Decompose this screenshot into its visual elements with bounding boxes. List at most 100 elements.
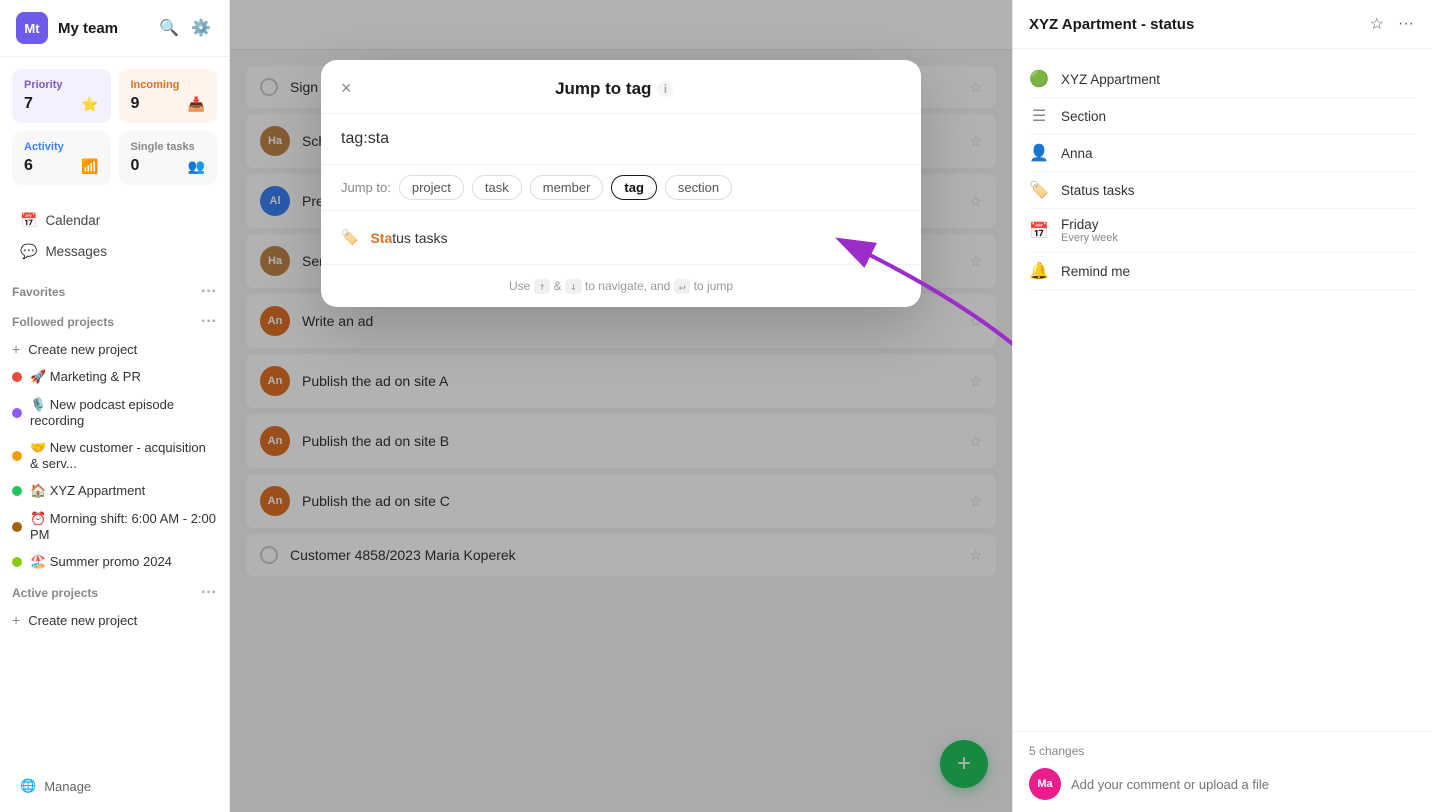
stat-incoming-value: 9 — [131, 95, 140, 113]
followed-projects-section[interactable]: Followed projects ··· — [0, 305, 229, 335]
search-icon[interactable]: 🔍 — [157, 16, 181, 40]
plus-icon: + — [12, 341, 20, 357]
filter-section[interactable]: section — [665, 175, 732, 200]
create-project-followed[interactable]: + Create new project — [0, 335, 229, 363]
project-dot — [12, 522, 22, 532]
create-active-project-label: Create new project — [28, 613, 137, 628]
project-customer[interactable]: 🤝 New customer - acquisition & serv... — [0, 434, 229, 477]
star-icon-panel[interactable]: ☆ — [1368, 12, 1386, 36]
tag-icon-panel: 🏷️ — [1029, 180, 1049, 200]
remind-label: Remind me — [1061, 264, 1416, 279]
panel-row-section: ☰ Section — [1029, 98, 1416, 135]
changes-section: 5 changes Ma — [1013, 731, 1432, 812]
kbd-up: ↑ — [534, 279, 551, 294]
panel-row-assignee: 👤 Anna — [1029, 135, 1416, 172]
nav-messages-label: Messages — [45, 244, 107, 259]
sidebar-team-name: My team — [58, 20, 147, 37]
favorites-section[interactable]: Favorites ··· — [0, 275, 229, 305]
create-active-project[interactable]: + Create new project — [0, 606, 229, 634]
sidebar-footer: 🌐 Manage — [0, 760, 229, 812]
calendar-icon-panel: 📅 — [1029, 221, 1049, 241]
main-content: Sign a contract with the owner ☆ Ha Sche… — [230, 0, 1012, 812]
assignee-name: Anna — [1061, 146, 1416, 161]
activity-icon: 📶 — [81, 158, 98, 175]
stat-activity-label: Activity — [24, 141, 99, 153]
followed-more-icon[interactable]: ··· — [201, 313, 217, 331]
modal-title: Jump to tag i — [555, 79, 673, 99]
project-xyz-label: 🏠 XYZ Appartment — [30, 483, 145, 499]
more-icon-panel[interactable]: ··· — [1396, 12, 1416, 36]
filter-project[interactable]: project — [399, 175, 464, 200]
project-marketing-label: 🚀 Marketing & PR — [30, 369, 141, 385]
modal-close-button[interactable]: × — [341, 78, 352, 99]
kbd-down: ↓ — [565, 279, 582, 294]
sidebar-nav: 📅 Calendar 💬 Messages — [0, 197, 229, 275]
panel-title: XYZ Apartment - status — [1029, 16, 1194, 33]
active-projects-section[interactable]: Active projects ··· — [0, 576, 229, 606]
stat-incoming[interactable]: Incoming 9 📥 — [119, 69, 218, 123]
section-icon: ☰ — [1029, 106, 1049, 126]
modal-footer: Use ↑ & ↓ to navigate, and ↵ to jump — [321, 264, 921, 307]
favorites-more-icon[interactable]: ··· — [201, 283, 217, 301]
comment-input[interactable] — [1071, 777, 1416, 792]
info-icon[interactable]: i — [657, 81, 673, 97]
project-xyz[interactable]: 🏠 XYZ Appartment — [0, 477, 229, 505]
remind-icon: 🔔 — [1029, 261, 1049, 281]
search-input[interactable] — [341, 130, 901, 148]
project-dot — [12, 451, 22, 461]
recurrence-label: Every week — [1061, 232, 1118, 244]
stats-grid: Priority 7 ⭐ Incoming 9 📥 Activity 6 📶 S… — [0, 57, 229, 197]
panel-body: 🟢 XYZ Appartment ☰ Section 👤 Anna 🏷️ Sta… — [1013, 49, 1432, 731]
project-marketing[interactable]: 🚀 Marketing & PR — [0, 363, 229, 391]
filter-member[interactable]: member — [530, 175, 604, 200]
stat-single-tasks[interactable]: Single tasks 0 👥 — [119, 131, 218, 185]
comment-row: Ma — [1029, 768, 1416, 800]
project-podcast-label: 🎙️ New podcast episode recording — [30, 397, 217, 428]
kbd-enter: ↵ — [674, 279, 691, 294]
stat-priority-value: 7 — [24, 95, 33, 113]
commenter-avatar: Ma — [1029, 768, 1061, 800]
section-value: Section — [1061, 109, 1106, 124]
modal-search-area — [321, 114, 921, 165]
stat-priority-label: Priority — [24, 79, 99, 91]
sidebar-header-actions: 🔍 ⚙️ — [157, 16, 213, 40]
calendar-icon: 📅 — [20, 212, 37, 229]
nav-calendar-label: Calendar — [45, 213, 100, 228]
status-tasks-label: Status tasks — [1061, 183, 1416, 198]
project-morning[interactable]: ⏰ Morning shift: 6:00 AM - 2:00 PM — [0, 505, 229, 548]
project-morning-label: ⏰ Morning shift: 6:00 AM - 2:00 PM — [30, 511, 217, 542]
modal-footer-text: Use ↑ & ↓ to navigate, and ↵ to jump — [509, 279, 733, 293]
manage-item[interactable]: 🌐 Manage — [12, 772, 217, 800]
team-avatar: Mt — [16, 12, 48, 44]
sidebar: Mt My team 🔍 ⚙️ Priority 7 ⭐ Incoming 9 … — [0, 0, 230, 812]
stat-single-tasks-value: 0 — [131, 157, 140, 175]
create-project-label: Create new project — [28, 342, 137, 357]
project-podcast[interactable]: 🎙️ New podcast episode recording — [0, 391, 229, 434]
modal-filters: Jump to: project task member tag section — [321, 165, 921, 211]
nav-messages[interactable]: 💬 Messages — [12, 236, 217, 267]
jump-to-tag-modal: × Jump to tag i Jump to: project task me… — [321, 60, 921, 307]
manage-label: Manage — [44, 779, 91, 794]
stat-incoming-label: Incoming — [131, 79, 206, 91]
result-text: Status tasks — [370, 230, 447, 246]
changes-count: 5 changes — [1029, 744, 1416, 758]
stat-single-tasks-label: Single tasks — [131, 141, 206, 153]
project-summer-label: 🏖️ Summer promo 2024 — [30, 554, 172, 570]
project-summer[interactable]: 🏖️ Summer promo 2024 — [0, 548, 229, 576]
project-dot — [12, 486, 22, 496]
filter-task[interactable]: task — [472, 175, 522, 200]
panel-row-remind: 🔔 Remind me — [1029, 253, 1416, 290]
stat-activity[interactable]: Activity 6 📶 — [12, 131, 111, 185]
stat-activity-value: 6 — [24, 157, 33, 175]
gear-icon[interactable]: ⚙️ — [189, 16, 213, 40]
nav-calendar[interactable]: 📅 Calendar — [12, 205, 217, 236]
result-item-status-tasks[interactable]: 🏷️ Status tasks — [321, 219, 921, 256]
filter-tag[interactable]: tag — [611, 175, 657, 200]
inbox-icon: 📥 — [188, 96, 205, 113]
stat-priority[interactable]: Priority 7 ⭐ — [12, 69, 111, 123]
modal-header: × Jump to tag i — [321, 60, 921, 114]
project-dot — [12, 372, 22, 382]
active-more-icon[interactable]: ··· — [201, 584, 217, 602]
messages-icon: 💬 — [20, 243, 37, 260]
panel-row-date: 📅 Friday Every week — [1029, 209, 1416, 253]
